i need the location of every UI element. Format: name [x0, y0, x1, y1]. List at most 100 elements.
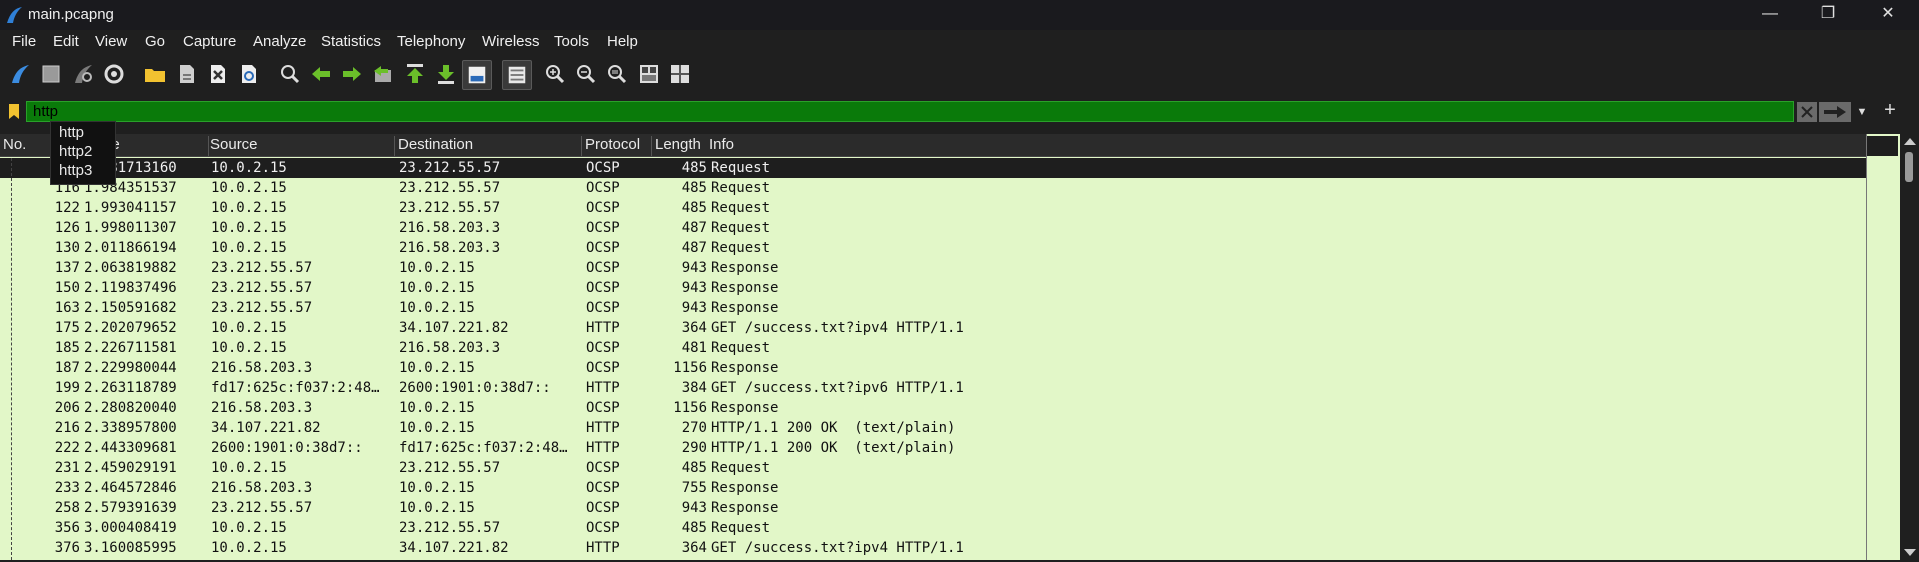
conversation-tree-line: [11, 158, 13, 560]
column-length[interactable]: Length: [652, 136, 708, 156]
packet-source: 10.0.2.15: [211, 240, 287, 256]
find-packet-icon[interactable]: [278, 62, 302, 86]
table-row[interactable]: 185 2.226711581 10.0.2.15 216.58.203.3 OCSP 4…: [0, 338, 1866, 358]
layout-icon[interactable]: [668, 62, 692, 86]
open-file-icon[interactable]: [143, 62, 167, 86]
table-row[interactable]: 187 2.229980044 216.58.203.3 10.0.2.15 OCSP 1…: [0, 358, 1866, 378]
packet-destination: 23.212.55.57: [399, 520, 501, 536]
table-row[interactable]: 130 2.011866194 10.0.2.15 216.58.203.3 OCSP 4…: [0, 238, 1866, 258]
table-row[interactable]: 126 1.998011307 10.0.2.15 216.58.203.3 OCSP 4…: [0, 218, 1866, 238]
display-filter-input[interactable]: http: [26, 101, 1794, 122]
table-row[interactable]: 163 2.150591682 23.212.55.57 10.0.2.15 OCSP 9…: [0, 298, 1866, 318]
table-row[interactable]: 356 3.000408419 10.0.2.15 23.212.55.57 OCSP 4…: [0, 518, 1866, 538]
save-file-icon[interactable]: [175, 62, 199, 86]
autocomplete-item-http2[interactable]: http2: [59, 143, 92, 160]
packet-destination: 34.107.221.82: [399, 320, 509, 336]
stop-capture-icon[interactable]: [39, 62, 63, 86]
vertical-scrollbar[interactable]: [1900, 134, 1919, 560]
autoscroll-button[interactable]: [462, 60, 492, 90]
close-file-icon[interactable]: [206, 62, 230, 86]
table-row[interactable]: 175 2.202079652 10.0.2.15 34.107.221.82 HTTP…: [0, 318, 1866, 338]
packet-info: Request: [711, 160, 771, 176]
packet-protocol: HTTP: [586, 440, 620, 456]
colorize-button[interactable]: [502, 60, 532, 90]
packet-source: 34.107.221.82: [211, 420, 321, 436]
close-button[interactable]: ✕: [1860, 0, 1916, 30]
table-row[interactable]: 206 2.280820040 216.58.203.3 10.0.2.15 OCSP 1…: [0, 398, 1866, 418]
column-destination[interactable]: Destination: [395, 136, 582, 156]
autocomplete-item-http[interactable]: http: [59, 124, 84, 141]
filter-history-dropdown-icon[interactable]: ▼: [1852, 102, 1872, 122]
table-row[interactable]: 216 2.338957800 34.107.221.82 10.0.2.15 HTTP…: [0, 418, 1866, 438]
add-filter-button[interactable]: +: [1880, 99, 1900, 123]
table-row[interactable]: 258 2.579391639 23.212.55.57 10.0.2.15 OCSP 9…: [0, 498, 1866, 518]
packet-protocol: HTTP: [586, 420, 620, 436]
maximize-button[interactable]: ❐: [1800, 0, 1856, 30]
menu-go[interactable]: Go: [145, 33, 165, 50]
go-back-icon[interactable]: [309, 62, 333, 86]
packet-protocol: HTTP: [586, 320, 620, 336]
packet-length: 485: [681, 160, 707, 176]
packet-length: 481: [681, 340, 707, 356]
packet-minimap[interactable]: [1866, 134, 1899, 560]
bookmark-icon[interactable]: [8, 103, 20, 120]
menu-view[interactable]: View: [95, 33, 127, 50]
packet-protocol: OCSP: [586, 460, 620, 476]
menu-file[interactable]: File: [12, 33, 36, 50]
table-row[interactable]: 233 2.464572846 216.58.203.3 10.0.2.15 OCSP 7…: [0, 478, 1866, 498]
menu-tools[interactable]: Tools: [554, 33, 589, 50]
column-protocol[interactable]: Protocol: [582, 136, 652, 156]
table-row[interactable]: 137 2.063819882 23.212.55.57 10.0.2.15 OCSP 9…: [0, 258, 1866, 278]
start-capture-icon[interactable]: [8, 62, 32, 86]
menu-telephony[interactable]: Telephony: [397, 33, 465, 50]
scroll-up-icon[interactable]: [1904, 138, 1916, 145]
normal-size-icon[interactable]: [605, 62, 629, 86]
table-row[interactable]: 122 1.993041157 10.0.2.15 23.212.55.57 OCSP 4…: [0, 198, 1866, 218]
packet-protocol: OCSP: [586, 280, 620, 296]
table-row-selected[interactable]: 1.981713160 10.0.2.15 23.212.55.57 OCSP 485 R…: [0, 158, 1866, 178]
restart-capture-icon[interactable]: [71, 62, 95, 86]
menu-wireless[interactable]: Wireless: [482, 33, 540, 50]
go-forward-icon[interactable]: [340, 62, 364, 86]
menu-help[interactable]: Help: [607, 33, 638, 50]
table-row[interactable]: 150 2.119837496 23.212.55.57 10.0.2.15 OCSP 9…: [0, 278, 1866, 298]
table-row[interactable]: 116 1.984351537 10.0.2.15 23.212.55.57 OCSP 4…: [0, 178, 1866, 198]
menu-edit[interactable]: Edit: [53, 33, 79, 50]
table-row[interactable]: 199 2.263118789 fd17:625c:f037:2:48… 2600:1…: [0, 378, 1866, 398]
zoom-out-icon[interactable]: [574, 62, 598, 86]
packet-length: 485: [681, 180, 707, 196]
packet-length: 943: [681, 500, 707, 516]
apply-filter-icon[interactable]: [1819, 102, 1851, 122]
table-row[interactable]: 231 2.459029191 10.0.2.15 23.212.55.57 OCSP 4…: [0, 458, 1866, 478]
packet-length: 485: [681, 460, 707, 476]
packet-info: Response: [711, 500, 779, 516]
window-title: main.pcapng: [28, 6, 114, 23]
zoom-in-icon[interactable]: [543, 62, 567, 86]
packet-list-header: No. Time Source Destination Protocol Len…: [0, 134, 1866, 157]
table-row[interactable]: 376 3.160085995 10.0.2.15 34.107.221.82 HTTP…: [0, 538, 1866, 558]
first-packet-icon[interactable]: [403, 62, 427, 86]
menu-statistics[interactable]: Statistics: [321, 33, 381, 50]
packet-source: 10.0.2.15: [211, 220, 287, 236]
menu-capture[interactable]: Capture: [183, 33, 236, 50]
autocomplete-item-http3[interactable]: http3: [59, 162, 92, 179]
packet-time: 1.998011307: [84, 220, 177, 236]
scroll-down-icon[interactable]: [1904, 549, 1916, 556]
packet-length: 485: [681, 200, 707, 216]
packet-protocol: OCSP: [586, 500, 620, 516]
packet-time: 2.011866194: [84, 240, 177, 256]
go-to-packet-icon[interactable]: [371, 62, 395, 86]
table-row[interactable]: 222 2.443309681 2600:1901:0:38d7:: fd17:625…: [0, 438, 1866, 458]
column-source[interactable]: Source: [207, 136, 395, 156]
last-packet-icon[interactable]: [434, 62, 458, 86]
menu-analyze[interactable]: Analyze: [253, 33, 306, 50]
minimap-viewport[interactable]: [1867, 136, 1898, 156]
capture-options-icon[interactable]: [102, 62, 126, 86]
reload-file-icon[interactable]: [237, 62, 261, 86]
minimize-button[interactable]: —: [1742, 0, 1798, 30]
clear-filter-icon[interactable]: [1797, 102, 1817, 122]
scroll-thumb[interactable]: [1905, 152, 1913, 182]
column-info[interactable]: Info: [706, 136, 1866, 156]
resize-columns-icon[interactable]: [637, 62, 661, 86]
packet-source: 10.0.2.15: [211, 180, 287, 196]
